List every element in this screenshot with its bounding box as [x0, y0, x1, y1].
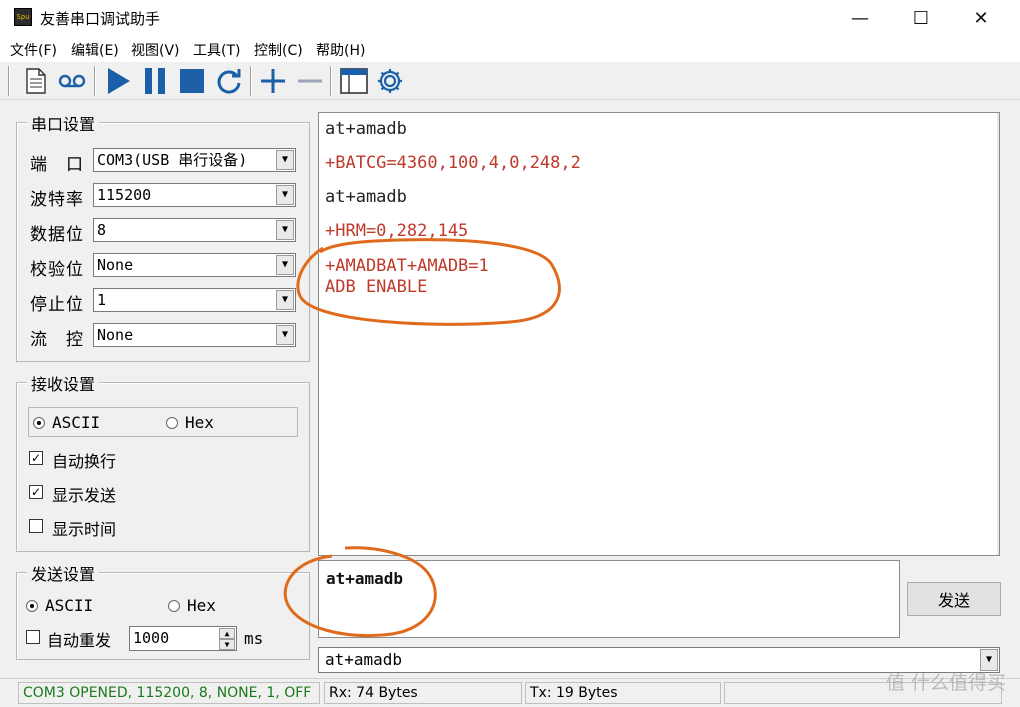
- receive-ascii-label: ASCII: [52, 413, 101, 432]
- receive-hex-label: Hex: [185, 413, 214, 432]
- parity-select[interactable]: None ▼: [93, 253, 296, 277]
- send-history-value: at+amadb: [325, 650, 403, 669]
- rx-counter: Rx: 74 Bytes: [324, 682, 522, 704]
- receive-hex-radio[interactable]: [166, 417, 178, 429]
- auto-resend-label: 自动重发: [47, 631, 112, 650]
- toolbar-separator: [94, 66, 96, 96]
- field-label-stopbits: 停止位: [30, 295, 84, 315]
- data-bits-select[interactable]: 8 ▼: [93, 218, 296, 242]
- send-ascii-radio[interactable]: [26, 600, 38, 612]
- field-label-databits: 数据位: [30, 225, 84, 245]
- send-ascii-label: ASCII: [45, 596, 94, 615]
- flow-control-value: None: [97, 326, 134, 344]
- send-button[interactable]: 发送: [907, 582, 1001, 616]
- field-label-flow: 流 控: [30, 330, 84, 350]
- baud-rate-select[interactable]: 115200 ▼: [93, 183, 296, 207]
- data-bits-value: 8: [97, 221, 107, 239]
- receive-line: +HRM=0,282,145: [325, 221, 469, 241]
- chevron-down-icon[interactable]: ▼: [276, 185, 294, 205]
- stepper-up-icon[interactable]: ▲: [219, 628, 235, 639]
- status-bar: COM3 OPENED, 115200, 8, NONE, 1, OFF Rx:…: [0, 678, 1020, 707]
- menu-tools[interactable]: 工具(T): [193, 40, 240, 60]
- group-title: 发送设置: [27, 561, 100, 585]
- port-status: COM3 OPENED, 115200, 8, NONE, 1, OFF: [18, 682, 320, 704]
- send-input[interactable]: at+amadb: [318, 560, 900, 638]
- toolbar-separator: [8, 66, 10, 96]
- parity-value: None: [97, 256, 134, 274]
- gear-icon[interactable]: [374, 65, 406, 97]
- flow-control-select[interactable]: None ▼: [93, 323, 296, 347]
- document-icon[interactable]: [20, 65, 52, 97]
- receive-line: +BATCG=4360,100,4,0,248,2: [325, 153, 581, 173]
- receive-ascii-radio[interactable]: [33, 417, 45, 429]
- port-value: COM3(USB 串行设备): [97, 151, 248, 169]
- resend-interval-value: 1000: [133, 629, 170, 647]
- send-hex-radio[interactable]: [168, 600, 180, 612]
- maximize-button[interactable]: ☐: [893, 0, 949, 36]
- receive-text-area[interactable]: at+amadb +BATCG=4360,100,4,0,248,2 at+am…: [318, 112, 1000, 556]
- chevron-down-icon[interactable]: ▼: [276, 220, 294, 240]
- cassette-icon[interactable]: [56, 65, 88, 97]
- tx-counter: Tx: 19 Bytes: [525, 682, 721, 704]
- toolbar-separator: [250, 66, 252, 96]
- stop-bits-value: 1: [97, 291, 107, 309]
- menu-help[interactable]: 帮助(H): [316, 40, 365, 60]
- baud-rate-value: 115200: [97, 186, 152, 204]
- stepper-down-icon[interactable]: ▼: [219, 639, 235, 650]
- window-icon[interactable]: [338, 65, 370, 97]
- word-wrap-label: 自动换行: [52, 452, 117, 471]
- window-title: 友善串口调试助手: [40, 10, 161, 28]
- show-time-checkbox[interactable]: [29, 519, 43, 533]
- resend-interval-stepper[interactable]: 1000 ▲ ▼: [129, 626, 237, 651]
- minimize-button[interactable]: —: [832, 0, 888, 36]
- interval-unit: ms: [244, 629, 264, 648]
- menu-control[interactable]: 控制(C): [254, 40, 303, 60]
- refresh-icon[interactable]: [213, 65, 245, 97]
- word-wrap-checkbox[interactable]: ✓: [29, 451, 43, 465]
- menu-edit[interactable]: 编辑(E): [71, 40, 119, 60]
- toolbar-separator: [330, 66, 332, 96]
- auto-resend-checkbox[interactable]: [26, 630, 40, 644]
- receive-line: at+amadb: [325, 187, 407, 207]
- receive-line: at+amadb: [325, 119, 407, 139]
- toolbar: [0, 62, 1020, 100]
- stop-bits-select[interactable]: 1 ▼: [93, 288, 296, 312]
- chevron-down-icon[interactable]: ▼: [276, 255, 294, 275]
- field-label-port: 端 口: [30, 155, 84, 175]
- chevron-down-icon[interactable]: ▼: [276, 150, 294, 170]
- show-sent-checkbox[interactable]: ✓: [29, 485, 43, 499]
- port-select[interactable]: COM3(USB 串行设备) ▼: [93, 148, 296, 172]
- minus-icon[interactable]: [294, 65, 326, 97]
- scrollbar[interactable]: [997, 113, 999, 555]
- close-button[interactable]: ✕: [953, 0, 1009, 36]
- show-time-label: 显示时间: [52, 520, 117, 539]
- field-label-parity: 校验位: [30, 260, 84, 280]
- watermark: 值 什么值得买: [885, 672, 1006, 694]
- play-icon[interactable]: [102, 65, 134, 97]
- app-logo-icon: Spu: [14, 8, 32, 26]
- field-label-baud: 波特率: [30, 190, 84, 210]
- chevron-down-icon[interactable]: ▼: [276, 325, 294, 345]
- chevron-down-icon[interactable]: ▼: [276, 290, 294, 310]
- plus-icon[interactable]: [257, 65, 289, 97]
- menu-view[interactable]: 视图(V): [131, 40, 180, 60]
- group-title: 串口设置: [27, 111, 100, 135]
- pause-icon[interactable]: [139, 65, 171, 97]
- send-hex-label: Hex: [187, 596, 216, 615]
- title-bar: Spu 友善串口调试助手 — ☐ ✕: [0, 0, 1020, 36]
- menu-file[interactable]: 文件(F): [10, 40, 57, 60]
- group-title: 接收设置: [27, 371, 100, 395]
- menu-bar: 文件(F) 编辑(E) 视图(V) 工具(T) 控制(C) 帮助(H): [0, 36, 1020, 62]
- receive-line: ADB ENABLE: [325, 277, 428, 297]
- send-input-text: at+amadb: [326, 569, 404, 588]
- stop-icon[interactable]: [176, 65, 208, 97]
- receive-line: +AMADBAT+AMADB=1: [325, 256, 489, 276]
- show-sent-label: 显示发送: [52, 486, 117, 505]
